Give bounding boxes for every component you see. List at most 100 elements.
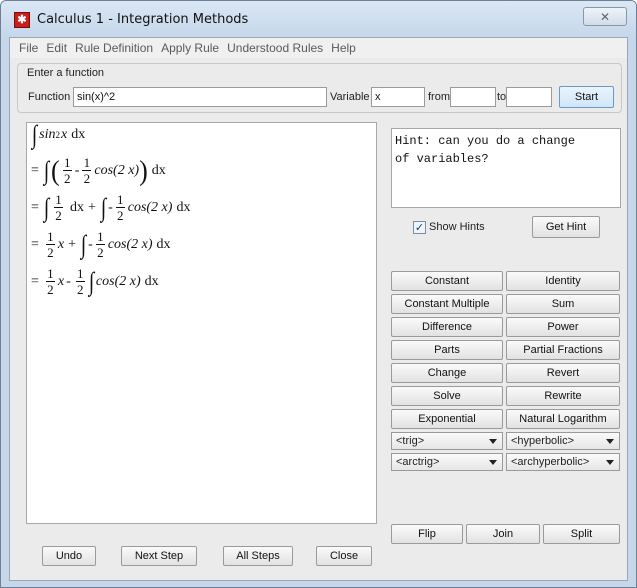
minus-sign: - xyxy=(88,236,93,252)
hyperbolic-dropdown[interactable]: <hyperbolic> xyxy=(506,432,620,450)
numerator: 1 xyxy=(116,192,124,207)
plus-sign: + xyxy=(88,199,96,215)
menu-understood-rules[interactable]: Understood Rules xyxy=(227,41,323,55)
get-hint-button[interactable]: Get Hint xyxy=(532,216,600,238)
fraction-half: 12 xyxy=(82,155,92,185)
dx-text: dx xyxy=(71,127,86,142)
split-button[interactable]: Split xyxy=(543,524,620,544)
fraction-half: 12 xyxy=(45,266,55,297)
menu-file[interactable]: File xyxy=(19,41,38,55)
rule-constant-button[interactable]: Constant xyxy=(391,271,503,291)
arctrig-dropdown[interactable]: <arctrig> xyxy=(391,453,503,471)
integral-sign: ∫ xyxy=(100,192,107,222)
variable-input[interactable] xyxy=(371,87,425,107)
equals-sign: = xyxy=(31,162,39,178)
derivation-line-3: = ∫ 12 dx + ∫ - 12 cos(2 x) dx xyxy=(31,193,190,222)
hyperbolic-dropdown-value: <hyperbolic> xyxy=(511,435,574,447)
plus-sign: + xyxy=(68,236,77,252)
next-step-button[interactable]: Next Step xyxy=(121,546,197,566)
rule-change-button[interactable]: Change xyxy=(391,363,503,383)
rule-partial-fractions-button[interactable]: Partial Fractions xyxy=(506,340,620,360)
dx-text: dx xyxy=(176,199,191,215)
trig-dropdown-value: <trig> xyxy=(396,435,425,447)
rule-difference-button[interactable]: Difference xyxy=(391,317,503,337)
cos-term: cos(2 x) xyxy=(107,236,153,252)
join-button[interactable]: Join xyxy=(466,524,540,544)
menu-help[interactable]: Help xyxy=(331,41,356,55)
rule-exponential-button[interactable]: Exponential xyxy=(391,409,503,429)
rule-constant-multiple-button[interactable]: Constant Multiple xyxy=(391,294,503,314)
left-paren: ( xyxy=(51,154,60,186)
derivation-pane: ∫ sin 2 x dx = ∫ ( 12 - 12 cos(2 x) ) dx … xyxy=(26,122,377,524)
fraction-half: 12 xyxy=(45,230,55,260)
numerator: 1 xyxy=(47,266,54,281)
window-title: Calculus 1 - Integration Methods xyxy=(37,12,249,27)
right-paren: ) xyxy=(139,154,148,186)
denominator: 2 xyxy=(47,245,54,260)
show-hints-checkbox[interactable]: ✓ xyxy=(413,221,426,234)
numerator: 1 xyxy=(83,155,91,170)
integral-sign: ∫ xyxy=(43,192,50,222)
flip-button[interactable]: Flip xyxy=(391,524,463,544)
x-var: x xyxy=(57,236,65,252)
rule-revert-button[interactable]: Revert xyxy=(506,363,620,383)
start-button[interactable]: Start xyxy=(559,86,614,108)
integral-sign: ∫ xyxy=(88,266,95,296)
cos-term: cos(2 x) xyxy=(94,162,140,178)
derivation-line-2: = ∫ ( 12 - 12 cos(2 x) ) dx xyxy=(31,156,166,185)
denominator: 2 xyxy=(63,171,71,186)
function-input[interactable] xyxy=(73,87,327,107)
fraction-half: 12 xyxy=(115,192,125,223)
arctrig-dropdown-value: <arctrig> xyxy=(396,456,440,468)
chevron-down-icon xyxy=(606,439,614,444)
function-label: Function xyxy=(28,91,71,103)
derivation-line-4: = 12 x + ∫ - 12 cos(2 x) dx xyxy=(31,230,171,259)
from-input[interactable] xyxy=(450,87,496,107)
rule-identity-button[interactable]: Identity xyxy=(506,271,620,291)
denominator: 2 xyxy=(77,282,84,297)
dx-text: dx xyxy=(144,273,159,289)
rule-solve-button[interactable]: Solve xyxy=(391,386,503,406)
rule-natural-logarithm-button[interactable]: Natural Logarithm xyxy=(506,409,620,429)
denominator: 2 xyxy=(116,208,124,223)
all-steps-button[interactable]: All Steps xyxy=(223,546,293,566)
fraction-half: 12 xyxy=(75,266,85,297)
sin-exponent: 2 xyxy=(55,130,60,140)
denominator: 2 xyxy=(47,282,54,297)
chevron-down-icon xyxy=(489,439,497,444)
derivation-line-1: ∫ sin 2 x dx xyxy=(31,122,86,148)
archyperbolic-dropdown[interactable]: <archyperbolic> xyxy=(506,453,620,471)
numerator: 1 xyxy=(77,266,84,281)
rule-sum-button[interactable]: Sum xyxy=(506,294,620,314)
function-panel-legend: Enter a function xyxy=(25,67,107,79)
menu-apply-rule[interactable]: Apply Rule xyxy=(161,41,219,55)
hint-text-area[interactable]: Hint: can you do a change of variables? xyxy=(391,128,621,208)
minus-sign: - xyxy=(108,199,113,215)
trig-dropdown[interactable]: <trig> xyxy=(391,432,503,450)
undo-button[interactable]: Undo xyxy=(42,546,96,566)
integral-sign: ∫ xyxy=(80,229,87,259)
dx-text: dx xyxy=(70,199,85,215)
menu-edit[interactable]: Edit xyxy=(46,41,67,55)
menu-rule-definition[interactable]: Rule Definition xyxy=(75,41,153,55)
close-button[interactable]: Close xyxy=(316,546,372,566)
equals-sign: = xyxy=(31,199,39,215)
sin-text: sin xyxy=(39,127,56,142)
derivation-line-5: = 12 x - 12 ∫ cos(2 x) dx xyxy=(31,267,159,296)
equals-sign: = xyxy=(31,273,39,289)
rule-parts-button[interactable]: Parts xyxy=(391,340,503,360)
cos-term: cos(2 x) xyxy=(95,273,141,289)
rule-rewrite-button[interactable]: Rewrite xyxy=(506,386,620,406)
archyperbolic-dropdown-value: <archyperbolic> xyxy=(511,456,590,468)
to-input[interactable] xyxy=(506,87,552,107)
denominator: 2 xyxy=(55,208,62,223)
x-var: x xyxy=(57,273,65,289)
client-area: File Edit Rule Definition Apply Rule Und… xyxy=(9,37,628,581)
rule-power-button[interactable]: Power xyxy=(506,317,620,337)
app-icon: ✱ xyxy=(14,12,30,28)
show-hints-label: Show Hints xyxy=(429,221,485,233)
window-close-button[interactable]: ✕ xyxy=(583,7,627,26)
numerator: 1 xyxy=(63,155,71,170)
menu-bar: File Edit Rule Definition Apply Rule Und… xyxy=(10,38,627,58)
chevron-down-icon xyxy=(606,460,614,465)
